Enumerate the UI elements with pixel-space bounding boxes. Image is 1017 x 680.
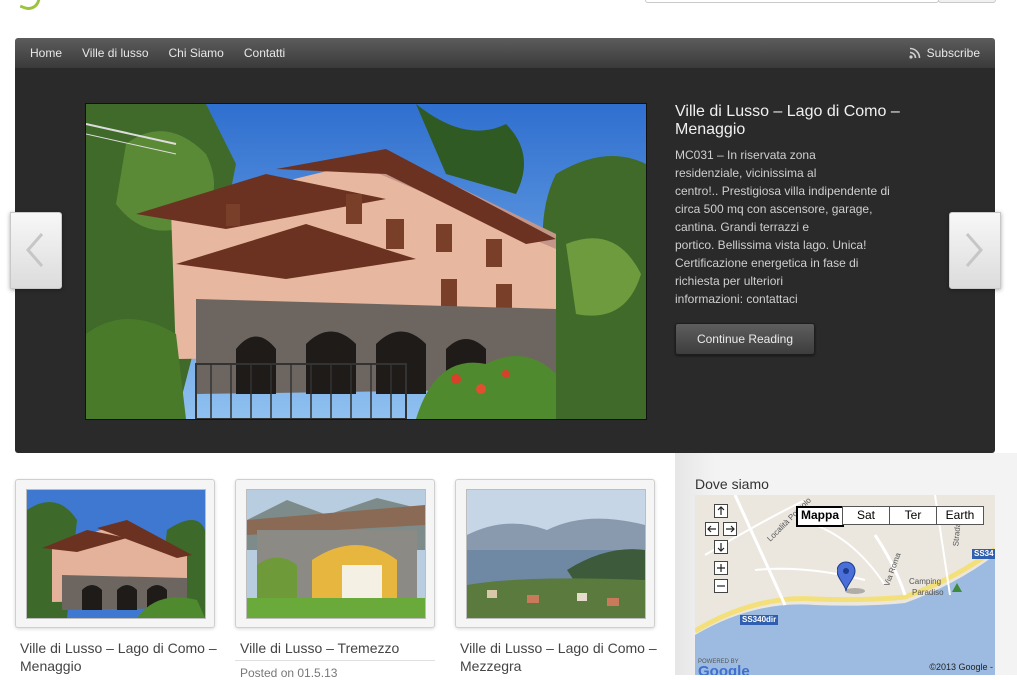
- post-thumbnail[interactable]: [466, 489, 646, 619]
- map-label-camping: Camping: [909, 577, 942, 586]
- post-card-mezzegra[interactable]: [455, 479, 655, 628]
- main-navigation: Home Ville di lusso Chi Siamo Contatti S…: [15, 38, 995, 68]
- chevron-right-icon: [965, 233, 983, 267]
- slider-prev-button[interactable]: [10, 212, 62, 289]
- logo[interactable]: [19, 0, 42, 14]
- pan-left-icon[interactable]: [705, 522, 719, 536]
- camping-icon: [952, 583, 962, 592]
- post-title-tremezzo[interactable]: Ville di Lusso – Tremezzo: [240, 639, 440, 657]
- zoom-out-icon[interactable]: [714, 579, 728, 593]
- subscribe-label: Subscribe: [926, 46, 980, 60]
- map-type-ter[interactable]: Ter: [889, 506, 937, 525]
- pan-down-icon[interactable]: [714, 540, 728, 554]
- pan-up-icon[interactable]: [714, 504, 728, 518]
- zoom-in-icon[interactable]: [714, 561, 728, 575]
- widget-title: Dove siamo: [695, 476, 769, 492]
- slide-excerpt-line: portico. Bellissima vista lago. Unica!: [675, 238, 867, 252]
- nav-item-contatti[interactable]: Contatti: [244, 38, 305, 68]
- slide-excerpt: MC031 – In riservata zona residenziale, …: [675, 146, 903, 308]
- subscribe-link[interactable]: Subscribe: [909, 38, 980, 68]
- post-divider: [235, 660, 435, 661]
- featured-slider: Ville di Lusso – Lago di Como – Menaggio…: [15, 68, 995, 453]
- slide-excerpt-line: cantina. Grandi terrazzi e: [675, 220, 810, 234]
- pan-right-icon[interactable]: [723, 522, 737, 536]
- chevron-left-icon: [26, 233, 44, 267]
- road-label-ss340dir: SS340dir: [740, 615, 779, 625]
- post-thumbnail[interactable]: [246, 489, 426, 619]
- map-type-sat[interactable]: Sat: [842, 506, 890, 525]
- slide-excerpt-line: centro!.. Prestigiosa villa indipendente…: [675, 184, 890, 198]
- slide-excerpt-line: richiesta per ulteriori: [675, 274, 784, 288]
- post-thumbnail[interactable]: [26, 489, 206, 619]
- post-card-tremezzo[interactable]: [235, 479, 435, 628]
- search-button[interactable]: [938, 0, 996, 3]
- slide-excerpt-line: circa 500 mq con ascensore, garage,: [675, 202, 873, 216]
- google-logo: Google: [698, 663, 750, 675]
- post-date: Posted on 01.5.13: [240, 666, 338, 680]
- post-card-menaggio[interactable]: [15, 479, 215, 628]
- nav-item-ville-di-lusso[interactable]: Ville di lusso: [82, 38, 168, 68]
- map-type-earth[interactable]: Earth: [936, 506, 984, 525]
- post-title-menaggio[interactable]: Ville di Lusso – Lago di Como – Menaggio: [20, 639, 220, 675]
- map-copyright: ©2013 Google -: [929, 662, 993, 672]
- map-marker-icon[interactable]: [837, 561, 867, 597]
- slide-excerpt-line: MC031 – In riservata zona: [675, 148, 816, 162]
- location-map[interactable]: Località Pozzolo Via Roma Strada Camping…: [695, 495, 995, 675]
- slide-excerpt-line: Certificazione energetica in fase di: [675, 256, 859, 270]
- nav-item-home[interactable]: Home: [30, 38, 82, 68]
- continue-reading-button[interactable]: Continue Reading: [675, 323, 815, 355]
- nav-item-chi-siamo[interactable]: Chi Siamo: [169, 38, 244, 68]
- search-input[interactable]: [645, 0, 939, 3]
- road-label-ss34: SS34: [972, 549, 995, 559]
- rss-icon: [909, 47, 921, 59]
- slide-excerpt-line: residenziale, vicinissima al: [675, 166, 817, 180]
- post-title-mezzegra[interactable]: Ville di Lusso – Lago di Como – Mezzegra: [460, 639, 660, 675]
- slide-image-villa[interactable]: [85, 103, 647, 420]
- slider-next-button[interactable]: [949, 212, 1001, 289]
- slide-excerpt-line: informazioni: contattaci: [675, 292, 798, 306]
- map-type-mappa[interactable]: Mappa: [796, 506, 844, 527]
- map-label-paradiso: Paradiso: [912, 588, 944, 597]
- nav-menu: Home Ville di lusso Chi Siamo Contatti: [30, 38, 305, 68]
- slide-title[interactable]: Ville di Lusso – Lago di Como – Menaggio: [675, 103, 915, 139]
